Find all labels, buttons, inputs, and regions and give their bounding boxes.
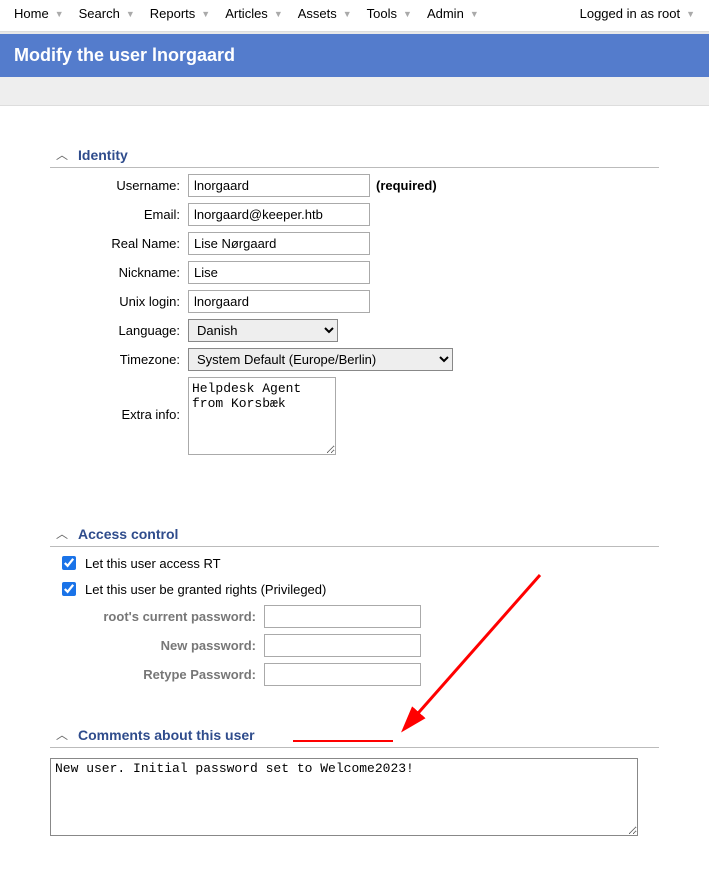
nav-tools[interactable]: Tools▼ (361, 2, 418, 25)
chevron-down-icon: ▼ (343, 9, 352, 19)
nav-reports[interactable]: Reports▼ (144, 2, 216, 25)
top-nav: Home▼ Search▼ Reports▼ Articles▼ Assets▼… (0, 0, 709, 32)
section-access-control: ︿ Access control Let this user access RT… (50, 525, 659, 686)
section-comments: ︿ Comments about this user (50, 726, 659, 839)
checkbox-access-rt[interactable] (62, 556, 76, 570)
input-username[interactable] (188, 174, 370, 197)
section-identity-title: Identity (78, 147, 128, 163)
chevron-down-icon: ▼ (126, 9, 135, 19)
label-access-rt: Let this user access RT (85, 556, 221, 571)
nav-home[interactable]: Home▼ (8, 2, 70, 25)
label-username: Username: (50, 178, 188, 193)
section-access-header[interactable]: ︿ Access control (50, 525, 659, 547)
label-retype-password: Retype Password: (50, 667, 264, 682)
nav-articles[interactable]: Articles▼ (219, 2, 289, 25)
label-timezone: Timezone: (50, 352, 188, 367)
chevron-down-icon: ▼ (686, 9, 695, 19)
label-current-password: root's current password: (50, 609, 264, 624)
label-unix: Unix login: (50, 294, 188, 309)
input-nickname[interactable] (188, 261, 370, 284)
input-current-password[interactable] (264, 605, 421, 628)
chevron-up-icon: ︿ (56, 525, 68, 542)
required-marker: (required) (376, 178, 437, 193)
nav-admin[interactable]: Admin▼ (421, 2, 485, 25)
nav-search[interactable]: Search▼ (73, 2, 141, 25)
nav-logged-in[interactable]: Logged in as root▼ (574, 2, 701, 25)
annotation-underline-icon (293, 740, 393, 742)
select-language[interactable]: Danish (188, 319, 338, 342)
page-title: Modify the user lnorgaard (0, 32, 709, 77)
chevron-down-icon: ▼ (201, 9, 210, 19)
textarea-comments[interactable] (50, 758, 638, 836)
input-email[interactable] (188, 203, 370, 226)
label-new-password: New password: (50, 638, 264, 653)
chevron-down-icon: ▼ (403, 9, 412, 19)
label-realname: Real Name: (50, 236, 188, 251)
sub-toolbar (0, 77, 709, 106)
label-privileged: Let this user be granted rights (Privile… (85, 582, 326, 597)
section-comments-title: Comments about this user (78, 727, 255, 743)
chevron-up-icon: ︿ (56, 146, 68, 163)
chevron-down-icon: ▼ (274, 9, 283, 19)
section-identity-header[interactable]: ︿ Identity (50, 146, 659, 168)
chevron-down-icon: ▼ (55, 9, 64, 19)
input-unix-login[interactable] (188, 290, 370, 313)
chevron-down-icon: ▼ (470, 9, 479, 19)
input-retype-password[interactable] (264, 663, 421, 686)
section-comments-header[interactable]: ︿ Comments about this user (50, 726, 659, 748)
label-language: Language: (50, 323, 188, 338)
label-email: Email: (50, 207, 188, 222)
section-identity: ︿ Identity Username: (required) Email: R… (50, 146, 659, 455)
label-nickname: Nickname: (50, 265, 188, 280)
chevron-up-icon: ︿ (56, 726, 68, 743)
select-timezone[interactable]: System Default (Europe/Berlin) (188, 348, 453, 371)
checkbox-privileged[interactable] (62, 582, 76, 596)
input-realname[interactable] (188, 232, 370, 255)
nav-assets[interactable]: Assets▼ (292, 2, 358, 25)
label-extra: Extra info: (50, 377, 188, 422)
input-new-password[interactable] (264, 634, 421, 657)
section-access-title: Access control (78, 526, 178, 542)
textarea-extra-info[interactable] (188, 377, 336, 455)
